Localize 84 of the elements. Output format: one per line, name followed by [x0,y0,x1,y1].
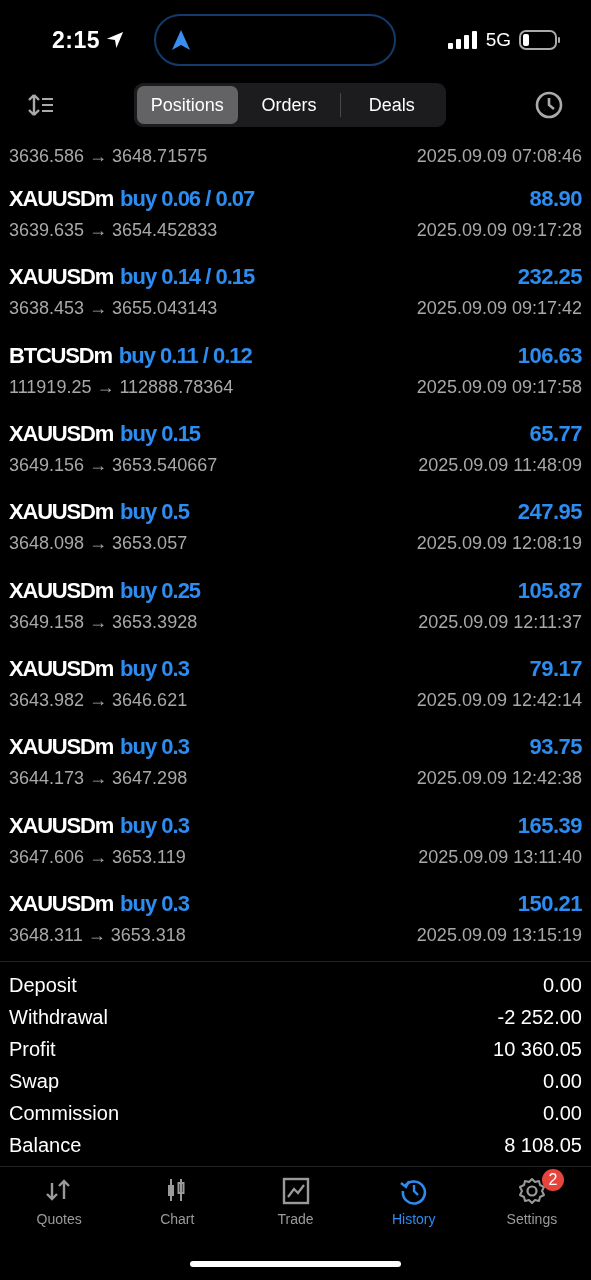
segment-tab[interactable]: Orders [238,86,340,124]
symbol-name: XAUUSDm [9,812,114,839]
summary-value: -2 252.00 [497,1005,582,1029]
history-icon [399,1177,428,1205]
segment-tab[interactable]: Deals [340,86,443,124]
profit-value: 65.77 [529,421,582,448]
summary-value: 0.00 [543,973,582,997]
order-volume: buy 0.3 [120,890,189,917]
price-range: 3649.156 → 3653.540667 [9,455,218,477]
clock-icon[interactable] [535,91,563,119]
navigation-arrow-icon [172,30,191,50]
close-time: 2025.09.09 09:17:42 [416,298,582,320]
battery-icon [519,30,561,50]
summary-label: Profit [9,1037,56,1061]
order-volume: buy 0.5 [120,499,189,526]
price-range: 3648.311 → 3653.318 [9,924,186,946]
profit-value: 88.90 [529,186,582,213]
order-volume: buy 0.3 [120,734,189,761]
price-range: 111919.25 → 112888.78364 [9,376,234,398]
summary-label: Balance [9,1133,82,1157]
symbol-name: XAUUSDm [9,655,114,682]
symbol-name: BTCUSDm [9,342,112,369]
symbol-name: XAUUSDm [9,264,114,291]
network-type: 5G [485,29,511,51]
price-range: 3649.158 → 3653.3928 [9,611,198,633]
summary-label: Deposit [9,973,77,997]
close-time: 2025.09.09 12:11:37 [418,611,582,633]
close-time: 2025.09.09 09:17:58 [416,376,582,398]
tab-bar-item[interactable]: Quotes [0,1167,119,1227]
close-time: 2025.09.09 12:42:14 [416,689,582,711]
close-time: 2025.09.09 09:17:28 [416,220,582,242]
close-time: 2025.09.09 13:15:19 [416,924,582,946]
summary-value: 0.00 [543,1101,582,1125]
symbol-name: XAUUSDm [9,499,114,526]
close-time: 2025.09.09 12:42:38 [416,768,582,790]
tab-bar-item[interactable]: Trade [236,1167,355,1227]
profit-value: 105.87 [517,577,582,604]
symbol-name: XAUUSDm [9,421,114,448]
tab-bar-item[interactable]: History [354,1167,473,1227]
price-range: 3648.098 → 3653.057 [9,533,188,555]
price-range: 3644.173 → 3647.298 [9,768,188,790]
summary-value: 10 360.05 [493,1037,582,1061]
sort-icon[interactable] [28,94,54,116]
line-chart-icon [281,1177,310,1205]
close-time: 2025.09.09 07:08:46 [416,146,582,167]
price-range: 3643.982 → 3646.621 [9,689,188,711]
signal-icon [447,31,478,49]
notification-badge: 2 [541,1169,564,1191]
symbol-name: XAUUSDm [9,734,114,761]
price-range: 3647.606 → 3653.119 [9,846,186,868]
order-volume: buy 0.25 [120,577,201,604]
summary-value: 8 108.05 [504,1133,582,1157]
close-time: 2025.09.09 12:08:19 [416,533,582,555]
order-volume: buy 0.11 / 0.12 [118,342,252,369]
price-range: 3636.586 → 3648.71575 [9,146,208,167]
profit-value: 247.95 [517,499,582,526]
summary-value: 0.00 [543,1069,582,1093]
segment-tab[interactable]: Positions [136,86,239,124]
summary-label: Swap [9,1069,60,1093]
order-volume: buy 0.14 / 0.15 [120,264,255,291]
clock-time: 2:15 [52,26,101,54]
settings-icon [517,1177,546,1205]
tab-bar-item[interactable]: Chart [118,1167,237,1227]
close-time: 2025.09.09 13:11:40 [418,846,582,868]
symbol-name: XAUUSDm [9,186,114,213]
price-range: 3638.453 → 3655.043143 [9,298,218,320]
summary-label: Withdrawal [9,1005,108,1029]
summary-label: Commission [9,1101,120,1125]
profit-value: 150.21 [517,890,582,917]
profit-value: 165.39 [517,812,582,839]
profit-value: 93.75 [529,734,582,761]
profit-value: 232.25 [517,264,582,291]
order-volume: buy 0.15 [120,421,201,448]
profit-value: 79.17 [529,655,582,682]
price-range: 3639.635 → 3654.452833 [9,220,218,242]
tab-bar-item[interactable]: Settings 2 [472,1167,591,1227]
order-volume: buy 0.3 [120,812,189,839]
profit-value: 106.63 [517,342,582,369]
symbol-name: XAUUSDm [9,890,114,917]
symbol-name: XAUUSDm [9,577,114,604]
location-arrow-icon [106,31,125,49]
order-volume: buy 0.06 / 0.07 [120,186,255,213]
close-time: 2025.09.09 11:48:09 [418,455,582,477]
order-volume: buy 0.3 [120,655,189,682]
